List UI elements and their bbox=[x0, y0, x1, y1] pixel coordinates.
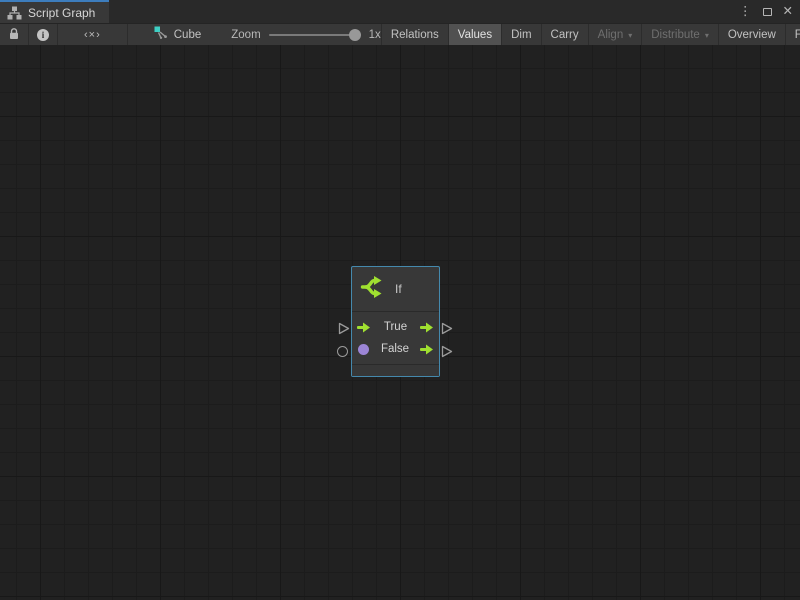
zoom-control: Zoom 1x bbox=[231, 24, 381, 45]
output-port-true[interactable] bbox=[441, 322, 453, 335]
port-label-true: True bbox=[371, 321, 420, 333]
align-label: Align bbox=[598, 29, 624, 41]
fullscreen-button[interactable]: Full Screen bbox=[785, 24, 800, 45]
overview-button[interactable]: Overview bbox=[718, 24, 785, 45]
tab-script-graph[interactable]: Script Graph bbox=[0, 0, 109, 23]
zoom-label: Zoom bbox=[231, 29, 260, 41]
zoom-slider-track[interactable] bbox=[269, 34, 361, 36]
tab-bar: Script Graph ⋮ ✕ bbox=[0, 0, 800, 23]
input-port-flow[interactable] bbox=[338, 322, 350, 335]
graph-toolbar: i ‹×› Cube Zoom bbox=[0, 23, 800, 45]
close-icon[interactable]: ✕ bbox=[783, 5, 793, 18]
relations-button[interactable]: Relations bbox=[381, 24, 448, 45]
flow-output-false-icon bbox=[420, 344, 434, 355]
code-toggle-button[interactable]: ‹×› bbox=[58, 24, 128, 45]
graph-hierarchy-icon bbox=[7, 6, 22, 20]
tab-label: Script Graph bbox=[28, 6, 95, 20]
bool-input-icon bbox=[358, 344, 369, 355]
if-node-header[interactable]: If bbox=[352, 267, 439, 312]
script-graph-window: Script Graph ⋮ ✕ i ‹×› bbox=[0, 0, 800, 600]
lock-icon bbox=[8, 27, 20, 43]
node-footer bbox=[352, 364, 439, 376]
dim-button[interactable]: Dim bbox=[501, 24, 540, 45]
context-label: Cube bbox=[174, 29, 202, 41]
carry-button[interactable]: Carry bbox=[541, 24, 588, 45]
flow-input-icon bbox=[357, 322, 371, 333]
graph-canvas[interactable]: If True bbox=[0, 45, 800, 600]
input-port-condition[interactable] bbox=[337, 346, 348, 357]
info-icon: i bbox=[37, 29, 49, 41]
distribute-label: Distribute bbox=[651, 29, 700, 41]
more-options-icon[interactable]: ⋮ bbox=[739, 5, 752, 18]
zoom-slider-knob[interactable] bbox=[349, 29, 361, 41]
maximize-icon[interactable] bbox=[763, 8, 772, 16]
node-port-rows: True False bbox=[352, 312, 439, 364]
chevron-down-icon: ▾ bbox=[705, 31, 709, 40]
align-dropdown[interactable]: Align ▾ bbox=[588, 24, 642, 45]
zoom-slider[interactable] bbox=[269, 28, 361, 42]
angle-brackets-icon: ‹×› bbox=[84, 29, 101, 41]
port-label-false: False bbox=[370, 343, 420, 355]
output-port-false[interactable] bbox=[441, 345, 453, 358]
chevron-down-icon: ▾ bbox=[628, 31, 632, 40]
toolbar-left-group: i ‹×› bbox=[0, 24, 128, 45]
branch-icon bbox=[360, 274, 387, 305]
graph-pointer-icon bbox=[154, 26, 168, 43]
window-controls: ⋮ ✕ bbox=[739, 0, 793, 23]
port-row-true: True bbox=[357, 316, 434, 338]
node-title: If bbox=[395, 282, 402, 296]
zoom-value: 1x bbox=[369, 29, 381, 41]
distribute-dropdown[interactable]: Distribute ▾ bbox=[641, 24, 718, 45]
lock-button[interactable] bbox=[0, 24, 29, 45]
if-node[interactable]: If True bbox=[351, 266, 440, 377]
port-row-false: False bbox=[357, 338, 434, 360]
toolbar-right-group: Relations Values Dim Carry Align ▾ Distr… bbox=[381, 24, 800, 45]
info-button[interactable]: i bbox=[29, 24, 58, 45]
context-cube-button[interactable]: Cube bbox=[146, 24, 210, 45]
flow-output-true-icon bbox=[420, 322, 434, 333]
values-button[interactable]: Values bbox=[448, 24, 501, 45]
